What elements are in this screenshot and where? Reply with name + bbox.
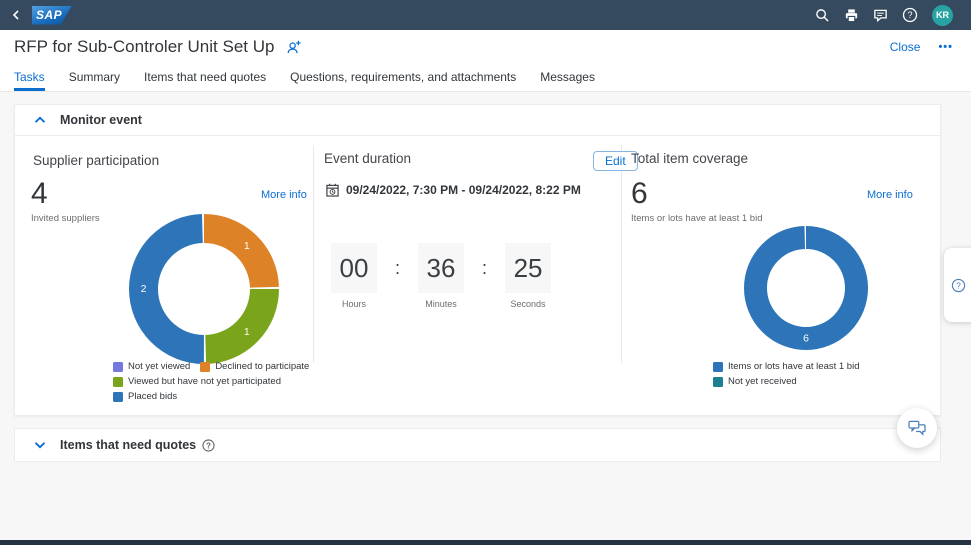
timer-hours: 00 Hours	[331, 243, 377, 309]
timer-minutes-value: 36	[418, 243, 464, 293]
timer-hours-label: Hours	[342, 299, 366, 309]
chat-bubbles-button[interactable]	[897, 408, 937, 448]
svg-text:?: ?	[907, 10, 912, 20]
tab-questions-requirements-attachments[interactable]: Questions, requirements, and attachments	[290, 63, 516, 91]
svg-text:?: ?	[956, 280, 961, 290]
event-date-range: 09/24/2022, 7:30 PM - 09/24/2022, 8:22 P…	[326, 183, 581, 197]
legend-color-swatch	[113, 392, 123, 402]
supplier-participation-title: Supplier participation	[33, 153, 159, 168]
tab-messages[interactable]: Messages	[540, 63, 595, 91]
column-divider	[621, 145, 622, 363]
total-item-coverage-donut-chart: 6	[744, 226, 868, 355]
bottom-edge-bar	[0, 540, 971, 545]
tab-bar: Tasks Summary Items that need quotes Que…	[0, 63, 971, 92]
collapse-chevron-up-icon[interactable]	[34, 116, 46, 124]
supplier-participation-donut-chart: 1 1 2	[129, 214, 279, 369]
legend-color-swatch	[113, 377, 123, 387]
legend-color-swatch	[713, 377, 723, 387]
legend-item: Items or lots have at least 1 bid	[713, 361, 859, 372]
legend-item: Viewed but have not yet participated	[113, 376, 281, 387]
timer-minutes: 36 Minutes	[418, 243, 464, 309]
donut-segment-label: 1	[244, 240, 250, 252]
legend-label: Not yet received	[728, 376, 797, 387]
items-that-need-quotes-section[interactable]: Items that need quotes ?	[14, 428, 941, 462]
page-header: RFP for Sub-Controler Unit Set Up Close …	[0, 30, 971, 63]
legend-color-swatch	[713, 362, 723, 372]
print-icon[interactable]	[844, 8, 859, 23]
countdown-timer: 00 Hours : 36 Minutes : 25 Seconds	[331, 243, 551, 309]
timer-seconds: 25 Seconds	[505, 243, 551, 309]
timer-seconds-label: Seconds	[511, 299, 546, 309]
sap-logo[interactable]: SAP	[32, 6, 72, 25]
timer-minutes-label: Minutes	[425, 299, 457, 309]
page-title: RFP for Sub-Controler Unit Set Up	[14, 37, 274, 57]
legend-label: Items or lots have at least 1 bid	[728, 361, 859, 372]
feedback-icon[interactable]	[873, 8, 888, 23]
donut-segment-label: 2	[141, 283, 147, 295]
timer-hours-value: 00	[331, 243, 377, 293]
event-duration-title: Event duration	[324, 151, 411, 166]
tab-tasks[interactable]: Tasks	[14, 63, 45, 91]
chat-bubbles-icon	[908, 420, 926, 436]
back-button[interactable]	[10, 9, 22, 21]
items-that-need-quotes-title: Items that need quotes	[60, 438, 196, 452]
monitor-event-title: Monitor event	[60, 113, 142, 127]
calendar-clock-icon	[326, 183, 339, 197]
legend-item: Not yet viewed	[113, 361, 190, 372]
legend-color-swatch	[200, 362, 210, 372]
legend-color-swatch	[113, 362, 123, 372]
expand-chevron-down-icon[interactable]	[34, 441, 46, 449]
close-button[interactable]: Close	[890, 40, 921, 54]
donut-segment-label: 6	[803, 333, 809, 345]
tab-items-that-need-quotes[interactable]: Items that need quotes	[144, 63, 266, 91]
chevron-left-icon	[10, 9, 22, 21]
svg-text:?: ?	[206, 441, 211, 450]
legend-item: Not yet received	[713, 376, 797, 387]
monitor-event-card: Monitor event Supplier participation 4 I…	[14, 104, 941, 416]
column-divider	[313, 145, 314, 363]
legend-label: Placed bids	[128, 391, 177, 402]
total-item-coverage-title: Total item coverage	[631, 151, 748, 166]
avatar[interactable]: KR	[932, 5, 953, 26]
supplier-participation-legend: Not yet viewed Declined to participate Vie…	[113, 361, 338, 402]
add-person-icon[interactable]	[286, 40, 301, 54]
item-coverage-count: 6	[631, 179, 648, 209]
invited-suppliers-count: 4	[31, 179, 48, 209]
legend-item: Placed bids	[113, 391, 177, 402]
timer-separator: :	[482, 243, 487, 293]
legend-label: Viewed but have not yet participated	[128, 376, 281, 387]
overflow-menu-icon[interactable]: •••	[938, 41, 953, 53]
search-icon[interactable]	[815, 8, 830, 23]
total-item-coverage-more-info-link[interactable]: More info	[867, 189, 913, 201]
timer-separator: :	[395, 243, 400, 293]
help-side-panel[interactable]: ?	[944, 248, 971, 322]
tab-summary[interactable]: Summary	[69, 63, 120, 91]
section-help-icon[interactable]: ?	[202, 439, 215, 452]
total-item-coverage-legend: Items or lots have at least 1 bid Not yet…	[713, 361, 943, 387]
legend-label: Declined to participate	[215, 361, 309, 372]
timer-seconds-value: 25	[505, 243, 551, 293]
legend-label: Not yet viewed	[128, 361, 190, 372]
help-circle-icon[interactable]: ?	[951, 278, 966, 293]
shell-bar: SAP ? KR	[0, 0, 971, 30]
legend-item: Declined to participate	[200, 361, 309, 372]
event-date-range-text: 09/24/2022, 7:30 PM - 09/24/2022, 8:22 P…	[346, 183, 581, 197]
monitor-event-header[interactable]: Monitor event	[15, 105, 940, 136]
supplier-participation-more-info-link[interactable]: More info	[261, 189, 307, 201]
item-coverage-count-label: Items or lots have at least 1 bid	[631, 213, 762, 224]
invited-suppliers-label: Invited suppliers	[31, 213, 100, 224]
donut-segment-label: 1	[244, 326, 250, 338]
help-icon[interactable]: ?	[902, 7, 918, 23]
